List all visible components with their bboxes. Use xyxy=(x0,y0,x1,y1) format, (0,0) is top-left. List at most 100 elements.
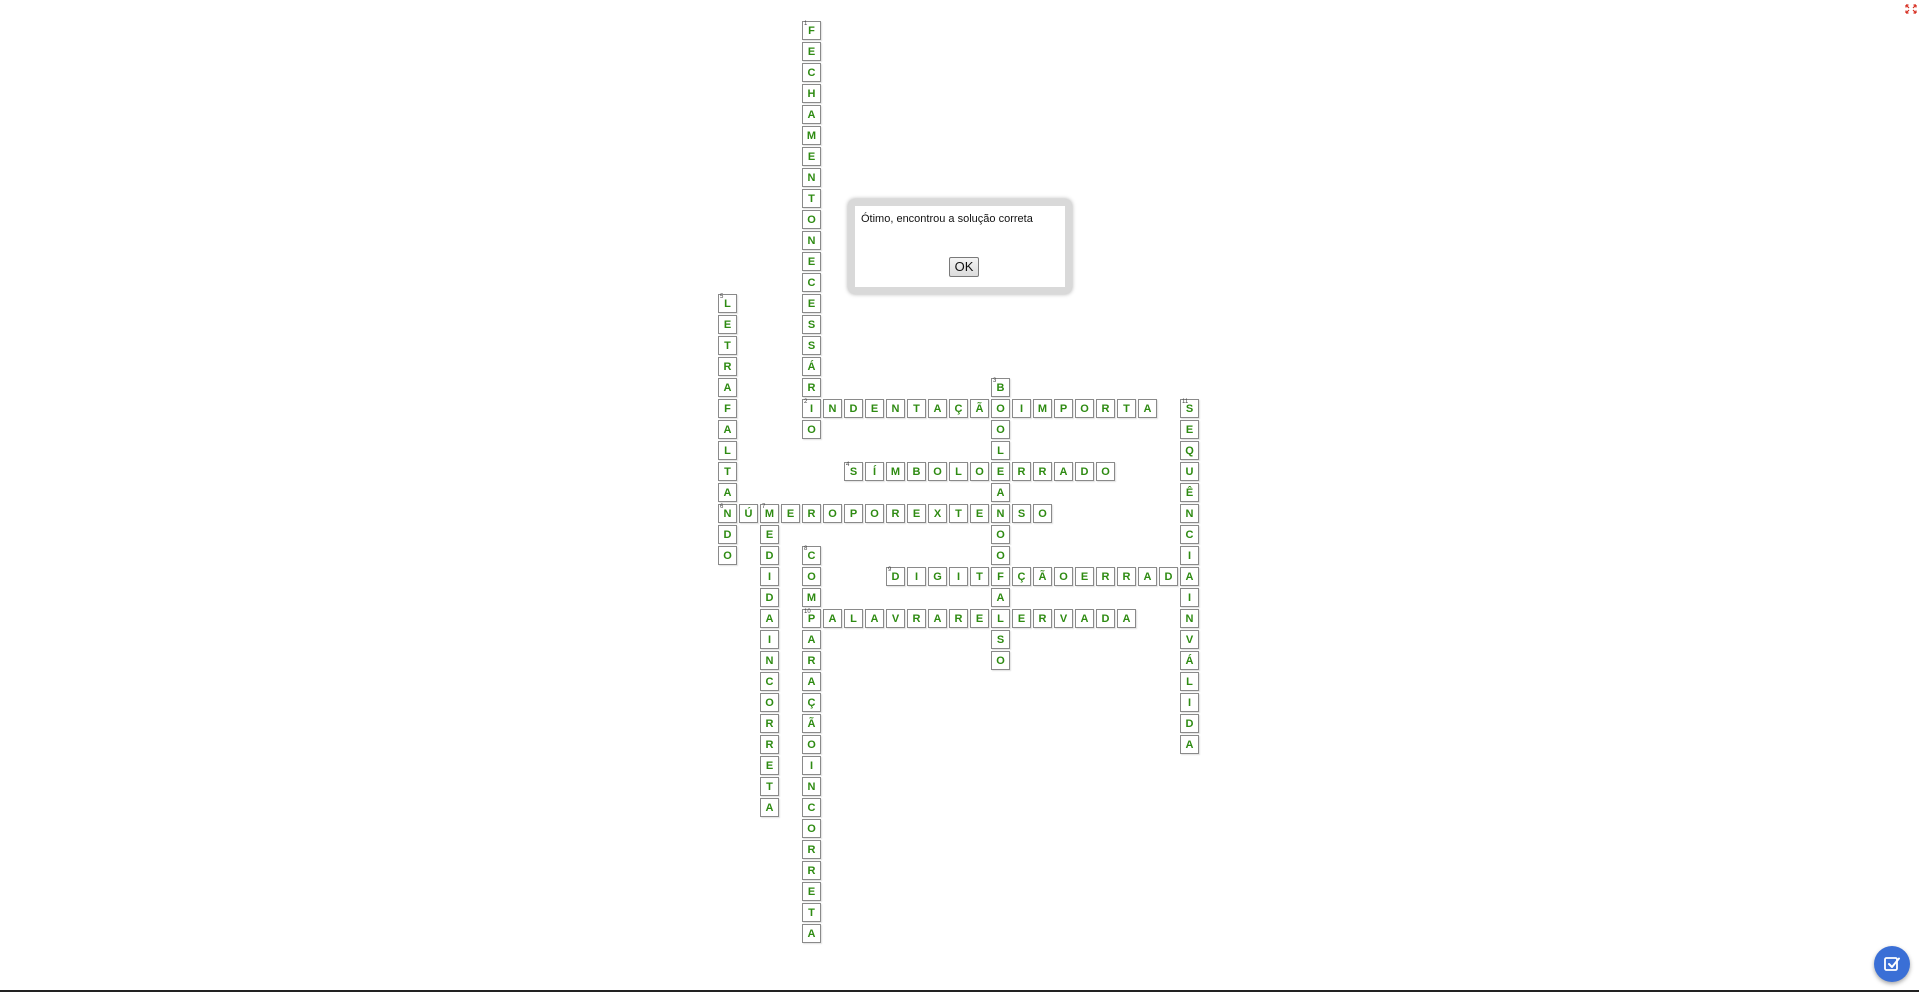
crossword-cell[interactable]: Q xyxy=(1180,441,1199,460)
crossword-cell[interactable]: O xyxy=(802,420,821,439)
crossword-cell[interactable]: F1 xyxy=(802,21,821,40)
crossword-cell[interactable]: A xyxy=(760,609,779,628)
crossword-cell[interactable]: D9 xyxy=(886,567,905,586)
crossword-cell[interactable]: A xyxy=(760,798,779,817)
crossword-cell[interactable]: E xyxy=(802,42,821,61)
crossword-cell[interactable]: E xyxy=(1180,420,1199,439)
crossword-cell[interactable]: U xyxy=(1180,462,1199,481)
crossword-cell[interactable]: M xyxy=(1033,399,1052,418)
crossword-cell[interactable]: Ç xyxy=(949,399,968,418)
crossword-cell[interactable]: I xyxy=(1012,399,1031,418)
crossword-cell[interactable]: R xyxy=(1096,399,1115,418)
crossword-cell[interactable]: E xyxy=(970,504,989,523)
crossword-cell[interactable]: O xyxy=(991,546,1010,565)
crossword-cell[interactable]: A xyxy=(718,420,737,439)
crossword-cell[interactable]: N xyxy=(1180,609,1199,628)
crossword-cell[interactable]: L xyxy=(991,609,1010,628)
crossword-cell[interactable]: O xyxy=(865,504,884,523)
crossword-cell[interactable]: P xyxy=(1054,399,1073,418)
crossword-cell[interactable]: R xyxy=(1096,567,1115,586)
crossword-cell[interactable]: O xyxy=(760,693,779,712)
crossword-cell[interactable]: S xyxy=(1012,504,1031,523)
crossword-cell[interactable]: R xyxy=(949,609,968,628)
crossword-cell[interactable]: E xyxy=(991,462,1010,481)
crossword-cell[interactable]: A xyxy=(718,483,737,502)
crossword-cell[interactable]: X xyxy=(928,504,947,523)
crossword-cell[interactable]: Í xyxy=(865,462,884,481)
crossword-cell[interactable]: E xyxy=(802,252,821,271)
crossword-cell[interactable]: E xyxy=(1012,609,1031,628)
crossword-cell[interactable]: L xyxy=(991,441,1010,460)
crossword-cell[interactable]: R xyxy=(802,378,821,397)
crossword-cell[interactable]: A xyxy=(1054,462,1073,481)
crossword-cell[interactable]: D xyxy=(1180,714,1199,733)
crossword-cell[interactable]: L xyxy=(718,441,737,460)
crossword-cell[interactable]: L xyxy=(844,609,863,628)
crossword-cell[interactable]: D xyxy=(718,525,737,544)
crossword-cell[interactable]: Ã xyxy=(802,714,821,733)
crossword-cell[interactable]: T xyxy=(907,399,926,418)
crossword-cell[interactable]: C xyxy=(802,798,821,817)
crossword-cell[interactable]: R xyxy=(886,504,905,523)
crossword-cell[interactable]: O xyxy=(1033,504,1052,523)
crossword-cell[interactable]: N xyxy=(991,504,1010,523)
crossword-cell[interactable]: E xyxy=(802,882,821,901)
crossword-cell[interactable]: E xyxy=(802,294,821,313)
crossword-cell[interactable]: R xyxy=(760,735,779,754)
crossword-cell[interactable]: I xyxy=(1180,588,1199,607)
crossword-cell[interactable]: I xyxy=(760,567,779,586)
crossword-cell[interactable]: T xyxy=(718,336,737,355)
crossword-cell[interactable]: H xyxy=(802,84,821,103)
crossword-cell[interactable]: N xyxy=(823,399,842,418)
crossword-cell[interactable]: O xyxy=(928,462,947,481)
crossword-cell[interactable]: A xyxy=(928,399,947,418)
crossword-cell[interactable]: D xyxy=(1159,567,1178,586)
crossword-cell[interactable]: Ã xyxy=(1033,567,1052,586)
crossword-cell[interactable]: C xyxy=(1180,525,1199,544)
crossword-cell[interactable]: A xyxy=(802,105,821,124)
crossword-cell[interactable]: L xyxy=(1180,672,1199,691)
crossword-cell[interactable]: O xyxy=(1054,567,1073,586)
crossword-cell[interactable]: T xyxy=(718,462,737,481)
crossword-cell[interactable]: C xyxy=(760,672,779,691)
crossword-cell[interactable]: F xyxy=(718,399,737,418)
crossword-cell[interactable]: R xyxy=(802,861,821,880)
crossword-cell[interactable]: A xyxy=(802,924,821,943)
crossword-cell[interactable]: B xyxy=(907,462,926,481)
crossword-cell[interactable]: D xyxy=(1075,462,1094,481)
crossword-cell[interactable]: P xyxy=(844,504,863,523)
crossword-cell[interactable]: A xyxy=(865,609,884,628)
crossword-cell[interactable]: O xyxy=(991,651,1010,670)
crossword-cell[interactable]: R xyxy=(1117,567,1136,586)
crossword-cell[interactable]: O xyxy=(718,546,737,565)
crossword-cell[interactable]: C8 xyxy=(802,546,821,565)
crossword-cell[interactable]: S xyxy=(802,336,821,355)
crossword-cell[interactable]: A xyxy=(823,609,842,628)
crossword-cell[interactable]: N xyxy=(802,231,821,250)
crossword-cell[interactable]: L5 xyxy=(718,294,737,313)
crossword-cell[interactable]: E xyxy=(760,525,779,544)
crossword-cell[interactable]: D xyxy=(844,399,863,418)
crossword-cell[interactable]: E xyxy=(718,315,737,334)
crossword-cell[interactable]: D xyxy=(1096,609,1115,628)
crossword-cell[interactable]: Ç xyxy=(1012,567,1031,586)
crossword-cell[interactable]: Ã xyxy=(970,399,989,418)
crossword-cell[interactable]: Ú xyxy=(739,504,758,523)
crossword-cell[interactable]: R xyxy=(907,609,926,628)
crossword-cell[interactable]: Á xyxy=(1180,651,1199,670)
crossword-cell[interactable]: T xyxy=(970,567,989,586)
crossword-cell[interactable]: S xyxy=(991,630,1010,649)
crossword-cell[interactable]: E xyxy=(760,756,779,775)
crossword-cell[interactable]: I2 xyxy=(802,399,821,418)
crossword-cell[interactable]: O xyxy=(802,210,821,229)
crossword-cell[interactable]: P 10 xyxy=(802,609,821,628)
crossword-cell[interactable]: I xyxy=(802,756,821,775)
crossword-cell[interactable]: N xyxy=(886,399,905,418)
crossword-cell[interactable]: D xyxy=(760,588,779,607)
crossword-cell[interactable]: V xyxy=(886,609,905,628)
crossword-cell[interactable]: T xyxy=(802,903,821,922)
crossword-cell[interactable]: S 11 xyxy=(1180,399,1199,418)
crossword-cell[interactable]: A xyxy=(1138,399,1157,418)
crossword-cell[interactable]: F xyxy=(991,567,1010,586)
crossword-cell[interactable]: R xyxy=(802,651,821,670)
